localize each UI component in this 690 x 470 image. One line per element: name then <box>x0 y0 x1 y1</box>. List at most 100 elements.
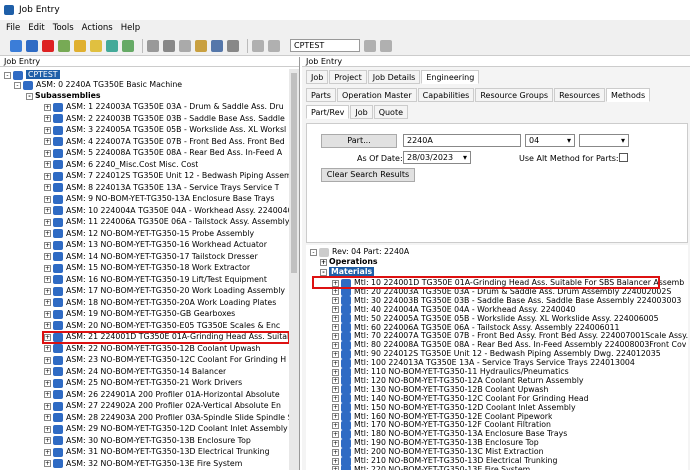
revision-select[interactable]: 04 ▾ <box>525 134 575 147</box>
undo-icon[interactable] <box>58 39 70 52</box>
expand-icon[interactable]: + <box>332 466 339 470</box>
tab-methods[interactable]: Methods <box>605 88 651 102</box>
expand-icon[interactable]: + <box>44 195 51 203</box>
expand-icon[interactable]: + <box>44 161 51 168</box>
save-icon[interactable] <box>26 39 38 52</box>
collapse-icon[interactable]: - <box>4 71 11 79</box>
tab-project[interactable]: Project <box>329 70 367 84</box>
collapse-icon[interactable]: - <box>14 81 21 89</box>
expand-icon[interactable]: + <box>44 218 51 226</box>
tree-subassemblies[interactable]: - Subassemblies <box>26 90 101 101</box>
tree-row[interactable]: + ASM: 6 2240_Misc.Cost Misc. Cost <box>44 159 198 170</box>
expand-icon[interactable]: + <box>44 379 51 387</box>
scroll-thumb[interactable] <box>291 73 297 273</box>
tree-row[interactable]: + ASM: 14 NO-BOM-YET-TG350-17 Tailstock D… <box>44 251 258 262</box>
tree-row[interactable]: + ASM: 19 NO-BOM-YET-TG350-GB Gearboxes <box>44 308 235 319</box>
expand-icon[interactable]: + <box>44 264 51 272</box>
expand-icon[interactable]: + <box>44 437 51 444</box>
last-record-icon[interactable] <box>380 39 392 52</box>
tree-row[interactable]: + ASM: 12 NO-BOM-YET-TG350-15 Probe Assem… <box>44 228 254 239</box>
part-field[interactable]: 2240A <box>403 134 521 147</box>
expand-icon[interactable]: + <box>320 258 327 266</box>
tab-quote[interactable]: Quote <box>373 105 409 119</box>
tree-row[interactable]: + ASM: 9 NO-BOM-YET-TG350-13A Enclosure B… <box>44 193 274 204</box>
expand-icon[interactable]: + <box>44 402 51 410</box>
company-field[interactable]: CPTEST <box>290 39 360 52</box>
expand-icon[interactable]: + <box>44 115 51 122</box>
part-button[interactable]: Part... <box>321 134 397 148</box>
left-scrollbar[interactable] <box>289 69 299 470</box>
expand-icon[interactable]: + <box>44 103 51 111</box>
tree-row[interactable]: + ASM: 27 224902A 200 Profiler 02A-Vertic… <box>44 400 281 411</box>
tree-row[interactable]: + ASM: 28 224903A 200 Profiler 03A-Spindl… <box>44 412 290 423</box>
prev-record-icon[interactable] <box>268 39 280 52</box>
expand-icon[interactable]: + <box>44 368 51 375</box>
expand-icon[interactable]: + <box>44 322 51 329</box>
left-tree[interactable]: - CPTEST - ASM: 0 2240A TG350E Basic Machi… <box>0 69 290 470</box>
tree-row[interactable]: + ASM: 30 NO-BOM-YET-TG350-13B Enclosure … <box>44 435 251 446</box>
cut-icon[interactable] <box>163 39 175 52</box>
tree-row[interactable]: + ASM: 7 224012S TG350E Unit 12 - Bedwash… <box>44 170 290 181</box>
tree-row[interactable]: + Mtl: 220 NO-BOM-YET-TG350-13E Fire Syst… <box>332 464 530 470</box>
paste-icon[interactable] <box>195 39 207 52</box>
tree-row[interactable]: + ASM: 31 NO-BOM-YET-TG350-13D Electrical… <box>44 446 270 457</box>
first-record-icon[interactable] <box>252 39 264 52</box>
tree-row[interactable]: + ASM: 18 NO-BOM-YET-TG350-20A Work Loadi… <box>44 297 276 308</box>
tree-row[interactable]: + ASM: 3 224005A TG350E 05B - Workslide A… <box>44 124 286 135</box>
expand-icon[interactable]: + <box>44 448 51 456</box>
tab-job[interactable]: Job <box>306 70 329 84</box>
tab-job-details[interactable]: Job Details <box>367 70 421 84</box>
refresh-icon[interactable] <box>106 39 118 52</box>
tree-row[interactable]: + ASM: 4 224007A TG350E 07B - Front Bed A… <box>44 136 285 147</box>
tab-job-sub[interactable]: Job <box>350 105 373 119</box>
search-icon[interactable] <box>90 39 102 52</box>
tree-row[interactable]: + ASM: 20 NO-BOM-YET-TG350-E05 TG350E Sca… <box>44 320 280 331</box>
expand-icon[interactable]: + <box>44 356 51 364</box>
method-tree[interactable]: - Rev: 04 Part: 2240A + Operations - Materi… <box>306 245 688 470</box>
tree-asm0[interactable]: - ASM: 0 2240A TG350E Basic Machine <box>14 79 182 90</box>
copy-icon[interactable] <box>179 39 191 52</box>
expand-icon[interactable]: + <box>44 287 51 295</box>
collapse-icon[interactable]: - <box>26 92 33 100</box>
tree-row[interactable]: + ASM: 5 224008A TG350E 08A - Rear Bed As… <box>44 147 282 158</box>
collapse-icon[interactable]: - <box>310 248 317 256</box>
tree-row[interactable]: + ASM: 8 224013A TG350E 13A - Service Tra… <box>44 182 279 193</box>
expand-icon[interactable]: + <box>44 414 51 421</box>
clear-icon[interactable] <box>147 39 159 52</box>
tree-row[interactable]: + ASM: 11 224006A TG350E 06A - Tailstock … <box>44 216 289 227</box>
collapse-icon[interactable]: - <box>320 268 327 276</box>
as-of-date-field[interactable]: 28/03/2023 ▾ <box>403 151 471 164</box>
tree-row[interactable]: + ASM: 15 NO-BOM-YET-TG350-18 Work Extrac… <box>44 262 250 273</box>
tree-row[interactable]: + ASM: 17 NO-BOM-YET-TG350-20 Work Loadin… <box>44 285 285 296</box>
next-record-icon[interactable] <box>364 39 376 52</box>
tab-part-rev[interactable]: Part/Rev <box>306 105 350 119</box>
alt-method-checkbox[interactable] <box>619 153 628 162</box>
tree-row[interactable]: + ASM: 1 224003A TG350E 03A - Drum & Sadd… <box>44 101 284 112</box>
tree-row[interactable]: + ASM: 25 NO-BOM-YET-TG350-21 Work Driver… <box>44 377 242 388</box>
tab-engineering[interactable]: Engineering <box>421 70 480 84</box>
expand-icon[interactable]: + <box>44 253 51 260</box>
tab-resources[interactable]: Resources <box>554 88 605 102</box>
tab-capabilities[interactable]: Capabilities <box>417 88 475 102</box>
tree-row[interactable]: + ASM: 24 NO-BOM-YET-TG350-14 Balancer <box>44 366 226 377</box>
tree-row[interactable]: + ASM: 13 NO-BOM-YET-TG350-16 Workhead Ac… <box>44 239 267 250</box>
tab-resource-groups[interactable]: Resource Groups <box>475 88 554 102</box>
tree-row[interactable]: + ASM: 2 224003B TG350E 03B - Saddle Base… <box>44 113 285 124</box>
expand-icon[interactable]: + <box>44 207 51 214</box>
menu-help[interactable]: Help <box>121 23 140 33</box>
clear-search-results-button[interactable]: Clear Search Results <box>321 168 415 182</box>
expand-icon[interactable]: + <box>44 276 51 283</box>
expand-icon[interactable]: + <box>44 460 51 467</box>
link-icon[interactable] <box>227 39 239 52</box>
tab-operation-master[interactable]: Operation Master <box>336 88 417 102</box>
expand-icon[interactable]: + <box>44 149 51 157</box>
expand-icon[interactable]: + <box>44 138 51 145</box>
delete-icon[interactable] <box>42 39 54 52</box>
expand-icon[interactable]: + <box>44 425 51 433</box>
expand-icon[interactable]: + <box>44 310 51 318</box>
expand-icon[interactable]: + <box>44 184 51 191</box>
menu-edit[interactable]: Edit <box>28 23 44 33</box>
alt-method-select[interactable]: ▾ <box>579 134 629 147</box>
expand-icon[interactable]: + <box>44 126 51 134</box>
print-icon[interactable] <box>122 39 134 52</box>
